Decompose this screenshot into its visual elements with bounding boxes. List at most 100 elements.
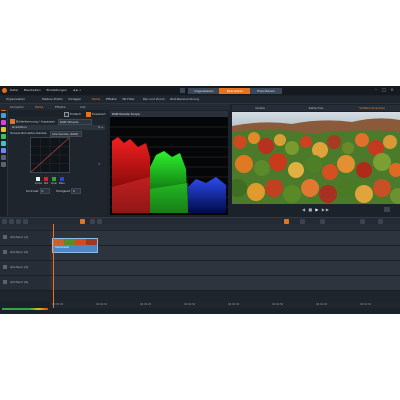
- correction-tool-icon[interactable]: [1, 113, 6, 118]
- toolbar-item-organisation[interactable]: Organisation: [6, 97, 25, 102]
- track-lock-icon[interactable]: [3, 235, 7, 239]
- gradation-section-label: Gradation: [12, 125, 27, 129]
- editor-toolbar: Organisation Medien-Editor Vorlagen Farb…: [0, 96, 400, 104]
- blue-channel-swatch[interactable]: [60, 177, 64, 181]
- hsl-tool-icon[interactable]: [1, 148, 6, 153]
- clip-thumbnail: [75, 239, 86, 245]
- timeline-ruler-bottom[interactable]: 00:00:00 00:00:10 00:00:20 00:00:30 00:0…: [50, 302, 400, 308]
- track-name: A/V-Spur (3): [10, 265, 29, 269]
- toolbar-item-pan-zoom[interactable]: Pan und Zoom: [143, 97, 165, 102]
- radio-simple-label: Einfach: [69, 112, 82, 116]
- tab-fullscreen-preview[interactable]: Vollbild-Vorschau: [344, 105, 400, 111]
- menu-item-file[interactable]: Datei: [10, 88, 18, 92]
- track-header-1[interactable]: A/V-Spur (1): [0, 231, 50, 246]
- section-options-icon[interactable]: ⚙ ▴: [98, 125, 103, 130]
- timeline-ruler-top[interactable]: [50, 224, 400, 230]
- track-lane-2[interactable]: [50, 246, 400, 261]
- toolbar-item-templates[interactable]: Vorlagen: [68, 97, 81, 102]
- tab-info[interactable]: Info: [80, 104, 86, 110]
- curves-tool-icon[interactable]: [1, 141, 6, 146]
- track-header-3[interactable]: A/V-Spur (3): [0, 261, 50, 276]
- timeline-empty-area[interactable]: [0, 291, 400, 302]
- stop-icon[interactable]: ■: [308, 207, 313, 212]
- red-channel-swatch[interactable]: [44, 177, 48, 181]
- tab-correction[interactable]: Korrektur: [10, 104, 24, 110]
- radio-advanced-icon[interactable]: [86, 111, 91, 117]
- color-settings-panel: Bilderkennung / Anpassen RGB Wheels Grad…: [8, 117, 107, 216]
- previous-frame-icon[interactable]: ◀: [302, 207, 306, 212]
- tab-effects[interactable]: Effekte: [55, 104, 66, 110]
- rgb-parade-scope: [110, 117, 228, 215]
- crop-tool-icon[interactable]: [1, 162, 6, 167]
- track-header-2[interactable]: A/V-Spur (2): [0, 246, 50, 261]
- channel-label: Tonwertkorrektur-Kanäle: [10, 131, 47, 135]
- track-name: A/V-Spur (1): [10, 235, 29, 239]
- mode-export-button[interactable]: Exportieren: [250, 87, 282, 94]
- menu-item-edit[interactable]: Bearbeiten: [24, 88, 40, 92]
- curve-reset-icon[interactable]: ↺: [98, 162, 101, 166]
- ruler-label: 00:00:40: [228, 303, 240, 306]
- track-header-4[interactable]: A/V-Spur (4): [0, 276, 50, 291]
- track-lock-icon[interactable]: [3, 280, 7, 284]
- application-window: Datei Bearbeiten Einstellungen ◀ ▶ ⌂ Org…: [0, 86, 400, 314]
- transport-buttons: ◀ ■ ▶ ▶▶: [302, 207, 330, 212]
- maximize-icon[interactable]: □: [381, 87, 387, 93]
- close-icon[interactable]: ×: [389, 87, 395, 93]
- mode-edit-button[interactable]: Bearbeiten: [219, 87, 251, 94]
- toolbar-item-effects[interactable]: Effekte: [106, 97, 117, 102]
- playhead[interactable]: [53, 224, 54, 308]
- track-name: A/V-Spur (4): [10, 280, 29, 284]
- tab-timeline[interactable]: Zeitachse: [288, 105, 344, 111]
- play-icon[interactable]: ▶: [315, 207, 319, 212]
- brightness-label: Helligkeit: [56, 189, 70, 193]
- effects-tool-icon[interactable]: [1, 120, 6, 125]
- home-icon[interactable]: [180, 88, 185, 93]
- timeline-clip[interactable]: Herbstwald: [52, 238, 98, 253]
- luma-channel-swatch[interactable]: [36, 177, 40, 181]
- toolbar-item-time-remap[interactable]: Zeit-Neuzuordnung: [170, 97, 199, 102]
- clip-thumbnail: [53, 239, 64, 245]
- undo-redo-icons[interactable]: ◀ ▶ ⌂: [73, 88, 81, 92]
- tab-source[interactable]: Quelle: [232, 105, 288, 111]
- minimize-icon[interactable]: –: [373, 87, 379, 93]
- track-lock-icon[interactable]: [3, 250, 7, 254]
- ruler-label: 00:00:50: [272, 303, 284, 306]
- toolbar-item-media-editor[interactable]: Medien-Editor: [42, 97, 63, 102]
- menu-item-settings[interactable]: Einstellungen: [46, 88, 66, 92]
- red-channel-label: Rot: [44, 182, 49, 185]
- gradation-section-header[interactable]: Gradation ⚙ ▴: [10, 125, 105, 130]
- radio-advanced-label: Erweitert: [91, 112, 106, 116]
- track-header-toolbar: [0, 224, 50, 230]
- ruler-label: 00:01:00: [316, 303, 328, 306]
- autumn-forest-image: [232, 112, 400, 204]
- green-channel-swatch[interactable]: [52, 177, 56, 181]
- clip-thumbnail: [64, 239, 75, 245]
- radio-simple-icon[interactable]: [64, 111, 69, 117]
- tab-color[interactable]: Farbe: [35, 104, 43, 110]
- tone-curve-graph[interactable]: [30, 137, 70, 173]
- fullscreen-icon[interactable]: [384, 207, 390, 212]
- track-lock-icon[interactable]: [3, 265, 7, 269]
- adjust-checkbox-icon[interactable]: [10, 119, 15, 124]
- adjust-label: Bilderkennung / Anpassen: [15, 119, 56, 124]
- tone-curve-editor[interactable]: [30, 137, 70, 173]
- mode-organize-button[interactable]: Organisieren: [188, 87, 220, 94]
- brightness-row: Helligkeit 0: [56, 188, 81, 194]
- levels-tool-icon[interactable]: [1, 134, 6, 139]
- toolbar-item-color[interactable]: Farbe: [92, 97, 100, 102]
- ruler-label: 00:01:10: [360, 303, 372, 306]
- track-lane-1[interactable]: [50, 231, 400, 246]
- contrast-input[interactable]: 0: [39, 188, 50, 194]
- brightness-input[interactable]: 0: [70, 188, 81, 194]
- next-frame-icon[interactable]: ▶▶: [322, 207, 330, 212]
- toolbar-item-3d-titler[interactable]: 3D-Titler: [122, 97, 135, 102]
- preview-tabs: Quelle Zeitachse Vollbild-Vorschau: [232, 105, 400, 111]
- track-lane-4[interactable]: [50, 276, 400, 291]
- settings-tool-icon[interactable]: [1, 155, 6, 160]
- track-lane-3[interactable]: [50, 261, 400, 276]
- scope-title: RGB Parade Scope: [112, 112, 140, 116]
- luma-channel-label: Luma: [35, 182, 42, 185]
- contrast-label: Kontrast: [26, 189, 39, 193]
- video-preview[interactable]: [232, 112, 400, 204]
- brush-tool-icon[interactable]: [1, 127, 6, 132]
